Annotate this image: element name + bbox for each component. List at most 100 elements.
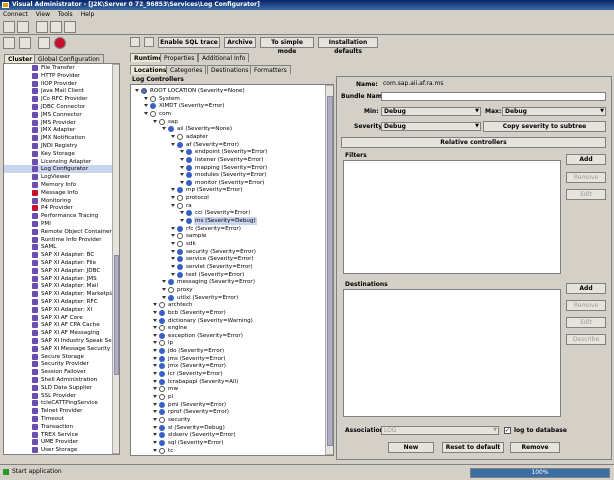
new-button[interactable]: New [388,442,434,453]
expand-toggle-icon[interactable] [153,425,157,429]
service-item[interactable]: SAP XI Adapter: JMS [4,275,112,283]
service-item[interactable]: SAP XI Adapter: Marketpla [4,290,114,298]
service-item[interactable]: P4 Provider [4,204,112,212]
service-item[interactable]: Performance Tracing [4,212,112,220]
filter-edit-button[interactable]: Edit [566,189,606,200]
stop-icon[interactable] [54,37,66,49]
service-item[interactable]: LogViewer [4,173,112,181]
expand-toggle-icon[interactable] [144,104,148,108]
service-item[interactable]: Remote Object Container [4,228,112,236]
severity-select[interactable]: Debug [381,122,481,131]
service-item[interactable]: Runtime Info Provider [4,236,112,244]
expand-toggle-icon[interactable] [153,410,157,414]
expand-toggle-icon[interactable] [180,165,184,169]
service-item[interactable]: TREX Service [4,431,112,439]
tab-formatters[interactable]: Formatters [250,65,291,74]
expand-toggle-icon[interactable] [171,203,175,207]
expand-toggle-icon[interactable] [153,364,157,368]
expand-toggle-icon[interactable] [153,119,157,123]
expand-toggle-icon[interactable] [153,349,157,353]
expand-toggle-icon[interactable] [180,219,184,223]
remove-button[interactable]: Remove [510,442,560,453]
service-item[interactable]: SAP XI Adapter: File [4,259,112,267]
destinations-list[interactable] [343,289,561,417]
service-item[interactable]: Shell Administration [4,376,112,384]
association-select[interactable]: LOG [381,426,499,435]
expand-toggle-icon[interactable] [171,257,175,261]
left-scroll-thumb[interactable] [114,255,119,375]
service-item[interactable]: Secure Storage [4,353,112,361]
expand-toggle-icon[interactable] [171,188,175,192]
expand-toggle-icon[interactable] [171,264,175,268]
expand-toggle-icon[interactable] [153,310,157,314]
expand-toggle-icon[interactable] [153,333,157,337]
menu-help[interactable]: Help [81,11,95,18]
service-item[interactable]: JCo RFC Provider [4,95,112,103]
properties-icon[interactable] [50,21,62,33]
expand-toggle-icon[interactable] [162,127,166,131]
controllers-scroll-thumb[interactable] [327,96,333,446]
service-item[interactable]: SAP XI Adapter: XI [4,306,112,314]
connect-icon[interactable] [3,21,15,33]
service-item[interactable]: SAP XI Adapter: BC [4,251,112,259]
filter-add-button[interactable]: Add [566,154,606,165]
service-item[interactable]: Log Configurator [4,165,112,174]
service-item[interactable]: Licensing Adapter [4,158,112,166]
save-icon[interactable] [130,37,140,47]
dest-edit-button[interactable]: Edit [566,317,606,328]
service-item[interactable]: Memory Info [4,181,112,189]
help-icon[interactable] [64,21,76,33]
service-item[interactable]: UME Provider [4,438,112,446]
tab-destinations[interactable]: Destinations [207,65,253,74]
service-item[interactable]: JMX Adapter [4,126,112,134]
expand-toggle-icon[interactable] [153,417,157,421]
dest-remove-button[interactable]: Remove [566,300,606,311]
copy-severity-button[interactable]: Copy severity to subtree [483,121,606,132]
service-item[interactable]: SLD Data Supplier [4,384,112,392]
expand-toggle-icon[interactable] [153,440,157,444]
service-item[interactable]: SAP XI AF Core [4,314,112,322]
tab-cluster[interactable]: Cluster [4,54,37,63]
service-item[interactable]: JNDI Registry [4,142,112,150]
tab-global-configuration[interactable]: Global Configuration [34,54,104,63]
service-item[interactable]: Telnet Provider [4,407,112,415]
tab-properties[interactable]: Properties [160,53,199,62]
installation-defaults-button[interactable]: Installation defaults [318,37,378,55]
expand-toggle-icon[interactable] [171,234,175,238]
disconnect-icon[interactable] [17,21,29,33]
expand-toggle-icon[interactable] [171,249,175,253]
tab-additional-info[interactable]: Additional Info [198,53,250,62]
relative-controllers-button[interactable]: Relative controllers [341,137,606,148]
service-item[interactable]: User Storage [4,446,112,454]
dest-add-button[interactable]: Add [566,283,606,294]
enable-sql-trace-button[interactable]: Enable SQL trace [158,37,220,48]
expand-toggle-icon[interactable] [162,280,166,284]
service-item[interactable]: Key Storage [4,150,112,158]
service-item[interactable]: Timeout [4,415,112,423]
simple-mode-button[interactable]: To simple mode [260,37,314,55]
expand-toggle-icon[interactable] [153,303,157,307]
controllers-scrollbar[interactable] [325,85,333,455]
expand-toggle-icon[interactable] [153,356,157,360]
controller-row[interactable]: tc [131,447,325,455]
expand-toggle-icon[interactable] [180,211,184,215]
expand-toggle-icon[interactable] [171,242,175,245]
dest-describe-button[interactable]: Describe [566,334,606,345]
min-severity-select[interactable]: Debug [381,107,481,116]
expand-toggle-icon[interactable] [162,295,166,299]
service-item[interactable]: Java Mail Client [4,87,112,95]
service-item[interactable]: SAP XI Industry Speak Ser [4,337,114,345]
service-item[interactable]: JDBC Connector [4,103,112,111]
expand-toggle-icon[interactable] [144,96,148,100]
expand-toggle-icon[interactable] [153,402,157,406]
filters-list[interactable] [343,160,561,274]
reset-to-default-button[interactable]: Reset to default [442,442,504,453]
bundle-name-input[interactable] [381,92,606,101]
expand-toggle-icon[interactable] [171,272,175,276]
archive-button[interactable]: Archive [224,37,256,48]
service-item[interactable]: Security Provider [4,360,112,368]
expand-toggle-icon[interactable] [171,134,175,138]
service-item[interactable]: Monitoring [4,197,112,205]
service-item[interactable]: SSL Provider [4,392,112,400]
expand-toggle-icon[interactable] [153,387,157,391]
